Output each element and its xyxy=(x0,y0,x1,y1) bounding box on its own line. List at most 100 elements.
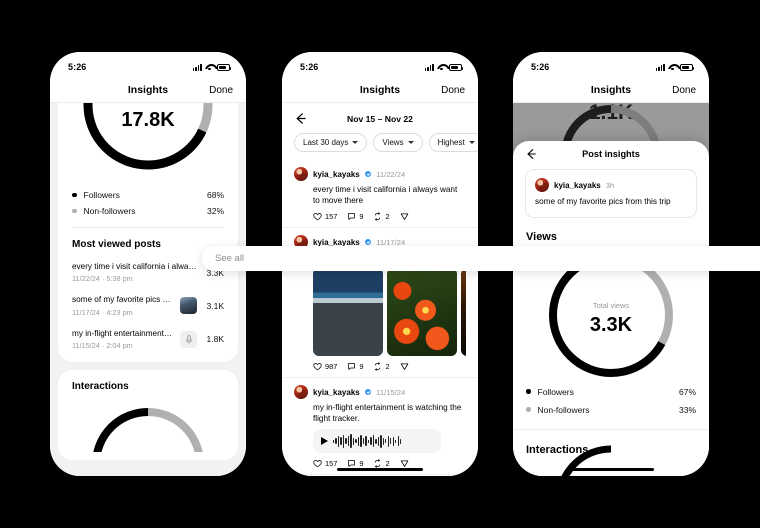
back-arrow-icon[interactable] xyxy=(294,112,307,125)
carousel-image xyxy=(313,268,383,357)
like-action[interactable]: 157 xyxy=(313,212,337,221)
share-action[interactable] xyxy=(400,362,409,371)
post-preview-card[interactable]: kyia_kayaks 3h some of my favorite pics … xyxy=(525,169,697,218)
chevron-down-icon xyxy=(468,141,475,144)
avatar xyxy=(294,385,308,400)
feed-post[interactable]: kyia_kayaks 11/12/24 xyxy=(282,475,478,476)
filter-chip-label: Views xyxy=(382,138,404,147)
cellular-bars-icon xyxy=(192,63,202,71)
legend-dot-followers xyxy=(72,192,77,198)
legend-value-nonfollowers: 33% xyxy=(678,404,696,415)
donut-center-label: Total views xyxy=(593,301,629,310)
views-heading: Views xyxy=(526,230,557,243)
comment-action[interactable]: 9 xyxy=(347,362,363,371)
legend-value-followers: 68% xyxy=(206,190,224,200)
share-icon xyxy=(400,363,408,371)
post-actions: 987 9 2 xyxy=(313,362,466,371)
post-username: kyia_kayaks xyxy=(313,387,360,397)
repost-action[interactable]: 2 xyxy=(373,362,390,371)
repost-icon xyxy=(375,362,381,371)
post-title: every time i visit california i always w… xyxy=(72,262,197,271)
comment-action[interactable]: 9 xyxy=(347,212,363,221)
post-insights-sheet: Post insights kyia_kayaks 3h some of my … xyxy=(513,141,709,476)
feed-post[interactable]: kyia_kayaks 11/22/24 every time i visit … xyxy=(282,160,478,227)
post-title: some of my favorite pics from... xyxy=(72,295,173,305)
post-username: kyia_kayaks xyxy=(554,180,601,190)
comment-count: 9 xyxy=(359,362,364,372)
filter-chips: Last 30 days Views Highest xyxy=(282,131,478,160)
repost-icon xyxy=(375,212,381,221)
post-views: 3.1K xyxy=(206,300,225,311)
filter-chip-metric[interactable]: Views xyxy=(373,133,423,152)
post-views: 1.8K xyxy=(206,334,225,345)
views-heading-wrap: Views xyxy=(513,218,709,245)
post-date: 11/22/24 xyxy=(376,169,406,179)
carousel-image xyxy=(461,268,466,357)
like-action[interactable]: 987 xyxy=(313,362,337,371)
donut-center-value: 3.3K xyxy=(590,314,633,336)
avatar xyxy=(535,178,549,192)
cellular-bars-icon xyxy=(424,63,434,71)
post-username: kyia_kayaks xyxy=(313,169,360,179)
heart-icon xyxy=(313,213,322,221)
status-time: 5:26 xyxy=(531,62,550,72)
views-total-value: 17.8K xyxy=(121,109,175,131)
done-button[interactable]: Done xyxy=(209,85,233,96)
avatar xyxy=(294,167,308,181)
feed-post[interactable]: kyia_kayaks 11/15/24 my in-flight entert… xyxy=(282,378,478,474)
interactions-donut-chart xyxy=(555,445,667,476)
filter-chip-timerange[interactable]: Last 30 days xyxy=(294,133,368,152)
heart-icon xyxy=(313,460,322,468)
post-text: every time i visit california i always w… xyxy=(313,185,458,206)
like-action[interactable]: 157 xyxy=(313,459,337,468)
legend-label-followers: Followers xyxy=(537,386,574,397)
wifi-icon xyxy=(437,64,446,71)
most-viewed-heading: Most viewed posts xyxy=(72,239,161,250)
sheet-title: Post insights xyxy=(582,149,640,159)
legend-row-followers: Followers 68% xyxy=(58,187,238,203)
filter-chip-sort[interactable]: Highest xyxy=(428,133,478,152)
post-media-carousel[interactable] xyxy=(313,268,466,357)
like-count: 157 xyxy=(325,212,338,222)
comment-icon xyxy=(348,363,356,371)
audio-player[interactable] xyxy=(313,429,441,454)
wifi-icon xyxy=(205,64,214,71)
left-scroll-body[interactable]: 17.8K Followers 68% Non-followers 32% Mo… xyxy=(50,103,246,476)
chevron-down-icon xyxy=(407,141,414,144)
date-range-label: Nov 15 – Nov 22 xyxy=(347,113,413,124)
play-icon[interactable] xyxy=(321,437,328,446)
status-icons xyxy=(424,63,464,71)
screenshot-canvas: 5:26 Insights Done 17.8K Followers 68% N… xyxy=(0,0,760,528)
legend-dot-nonfollowers xyxy=(72,208,77,214)
post-text: my in-flight entertainment is watching t… xyxy=(313,403,462,424)
home-indicator xyxy=(337,467,423,471)
most-viewed-row[interactable]: my in-flight entertainment is w... 11/15… xyxy=(58,324,238,362)
done-button[interactable]: Done xyxy=(441,85,465,96)
comment-icon xyxy=(348,213,356,220)
like-count: 157 xyxy=(325,459,338,469)
nav-bar-left: Insights Done xyxy=(50,78,246,103)
waveform-icon xyxy=(333,434,402,449)
see-all-button[interactable]: See all xyxy=(202,246,760,271)
legend-dot-nonfollowers xyxy=(526,407,531,412)
nav-bar-middle: Insights Done xyxy=(282,78,478,103)
heart-icon xyxy=(313,363,322,371)
interactions-donut-chart: Total interactions xyxy=(92,407,204,452)
back-arrow-icon[interactable] xyxy=(525,148,537,160)
verified-badge-icon xyxy=(364,170,372,178)
legend-dot-followers xyxy=(526,389,531,394)
filter-chip-label: Highest xyxy=(437,138,465,147)
share-action[interactable] xyxy=(400,212,409,221)
legend-label-nonfollowers: Non-followers xyxy=(537,404,590,415)
legend-value-followers: 67% xyxy=(678,386,696,397)
page-title: Insights xyxy=(590,84,632,96)
repost-action[interactable]: 2 xyxy=(373,212,390,221)
most-viewed-row[interactable]: some of my favorite pics from... 11/17/2… xyxy=(58,290,238,323)
share-icon xyxy=(400,213,408,220)
post-thumbnail xyxy=(180,297,197,315)
middle-scroll-body[interactable]: Nov 15 – Nov 22 Last 30 days Views Highe… xyxy=(282,103,478,476)
cellular-bars-icon xyxy=(655,63,665,71)
battery-icon xyxy=(680,63,695,71)
post-date: 11/17/24 · 4:23 pm xyxy=(72,307,133,317)
done-button[interactable]: Done xyxy=(672,85,696,96)
